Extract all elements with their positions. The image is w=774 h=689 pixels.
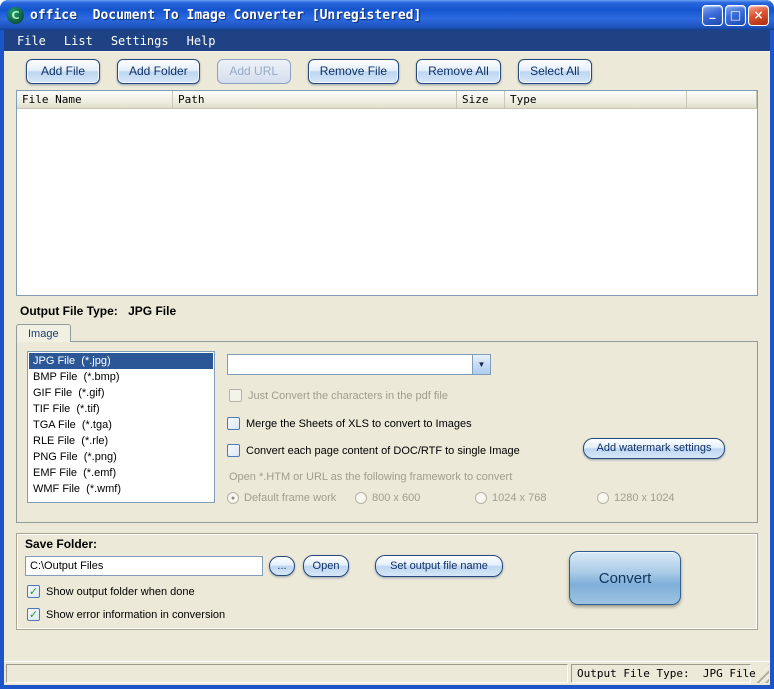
add-file-button[interactable]: Add File xyxy=(26,58,100,84)
menu-item-help[interactable]: Help xyxy=(178,31,225,51)
checkbox-show-output-folder[interactable]: ✓ Show output folder when done xyxy=(27,585,195,598)
add-watermark-settings-button[interactable]: Add watermark settings xyxy=(583,438,725,459)
set-output-file-name-button[interactable]: Set output file name xyxy=(375,555,503,577)
menu-bar: File List Settings Help xyxy=(4,30,770,52)
checkbox-label: Just Convert the characters in the pdf f… xyxy=(248,389,448,402)
menu-item-file[interactable]: File xyxy=(8,31,55,51)
save-folder-label: Save Folder: xyxy=(25,537,98,551)
format-list-item[interactable]: JPG File (*.jpg) xyxy=(29,353,213,369)
format-list-item[interactable]: BMP File (*.bmp) xyxy=(29,369,213,385)
radio-default-framework: ● Default frame work xyxy=(227,492,336,504)
title-bar: C office Document To Image Converter [Un… xyxy=(0,0,774,30)
column-header-path[interactable]: Path xyxy=(173,91,457,109)
radio-label: Default frame work xyxy=(244,492,337,504)
format-list-item[interactable]: PNG File (*.png) xyxy=(29,449,213,465)
column-header-type[interactable]: Type xyxy=(505,91,687,109)
remove-file-button[interactable]: Remove File xyxy=(307,58,400,84)
checkbox-show-error-info[interactable]: ✓ Show error information in conversion xyxy=(27,608,225,621)
maximize-button[interactable]: □ xyxy=(725,4,746,26)
app-icon-letter: C xyxy=(11,8,20,22)
chevron-down-icon: ▼ xyxy=(477,360,486,369)
maximize-icon: □ xyxy=(729,8,742,22)
app-icon: C xyxy=(7,6,24,24)
output-type-value: JPG File xyxy=(128,304,177,318)
radio-label: 1280 x 1024 xyxy=(614,492,675,504)
column-header-size[interactable]: Size xyxy=(457,91,505,109)
open-button[interactable]: Open xyxy=(303,555,349,577)
column-header-blank xyxy=(687,91,757,109)
add-url-button: Add URL xyxy=(216,58,291,84)
remove-all-button[interactable]: Remove All xyxy=(416,58,501,84)
empty-space xyxy=(4,630,770,661)
checkbox-pdf-characters: Just Convert the characters in the pdf f… xyxy=(229,389,448,402)
options-panel: JPG File (*.jpg) BMP File (*.bmp) GIF Fi… xyxy=(16,341,758,523)
combo-value xyxy=(228,355,472,374)
radio-label: 1024 x 768 xyxy=(492,492,547,504)
checkbox-label: Merge the Sheets of XLS to convert to Im… xyxy=(246,417,472,430)
format-list: JPG File (*.jpg) BMP File (*.bmp) GIF Fi… xyxy=(27,351,215,503)
framework-label: Open *.HTM or URL as the following frame… xyxy=(229,471,513,483)
status-bar: Output File Type: JPG File xyxy=(4,661,770,685)
output-path-input[interactable] xyxy=(25,556,263,576)
close-button[interactable]: × xyxy=(748,4,769,26)
checkbox-box[interactable] xyxy=(227,444,240,457)
radio-button: ● xyxy=(227,492,239,504)
menu-item-list[interactable]: List xyxy=(55,31,102,51)
checkbox-box[interactable]: ✓ xyxy=(27,585,40,598)
select-all-button[interactable]: Select All xyxy=(517,58,592,84)
toolbar: Add File Add Folder Add URL Remove File … xyxy=(4,52,770,90)
check-icon: ✓ xyxy=(28,585,39,598)
checkbox-merge-xls[interactable]: Merge the Sheets of XLS to convert to Im… xyxy=(227,417,472,430)
format-list-item[interactable]: GIF File (*.gif) xyxy=(29,385,213,401)
convert-button[interactable]: Convert xyxy=(569,551,681,605)
client-area: File List Settings Help Add File Add Fol… xyxy=(4,30,770,685)
checkbox-box[interactable]: ✓ xyxy=(27,608,40,621)
checkbox-label: Show error information in conversion xyxy=(46,608,226,621)
app-window: C office Document To Image Converter [Un… xyxy=(0,0,774,689)
format-list-item[interactable]: EMF File (*.emf) xyxy=(29,465,213,481)
file-list-body xyxy=(17,109,757,295)
checkbox-label: Show output folder when done xyxy=(46,585,195,598)
checkbox-label: Convert each page content of DOC/RTF to … xyxy=(246,444,520,457)
browse-button[interactable]: ... xyxy=(269,556,295,576)
status-panel-left xyxy=(6,664,568,683)
radio-1024x768: 1024 x 768 xyxy=(475,492,546,504)
window-title: office Document To Image Converter [Unre… xyxy=(30,7,422,23)
radio-button xyxy=(355,492,367,504)
radio-1280x1024: 1280 x 1024 xyxy=(597,492,675,504)
close-icon: × xyxy=(753,8,764,22)
save-folder-group: Save Folder: ... Open Set output file na… xyxy=(16,533,758,630)
file-list: File Name Path Size Type xyxy=(16,90,758,296)
radio-button xyxy=(475,492,487,504)
output-type-label: Output File Type: xyxy=(20,304,118,318)
format-list-item[interactable]: TGA File (*.tga) xyxy=(29,417,213,433)
combo-box[interactable]: ▼ xyxy=(227,354,491,375)
window-controls: _ □ × xyxy=(702,4,769,26)
minimize-icon: _ xyxy=(709,5,716,19)
checkbox-box[interactable] xyxy=(227,417,240,430)
output-type-label-row: Output File Type: JPG File xyxy=(4,296,770,322)
format-list-item[interactable]: TIF File (*.tif) xyxy=(29,401,213,417)
combo-dropdown-button[interactable]: ▼ xyxy=(472,355,490,374)
format-list-item[interactable]: RLE File (*.rle) xyxy=(29,433,213,449)
radio-dot-icon: ● xyxy=(230,494,236,502)
radio-800x600: 800 x 600 xyxy=(355,492,420,504)
radio-button xyxy=(597,492,609,504)
checkbox-box xyxy=(229,389,242,402)
checkbox-doc-single-image[interactable]: Convert each page content of DOC/RTF to … xyxy=(227,444,520,457)
tab-image[interactable]: Image xyxy=(16,324,71,342)
radio-label: 800 x 600 xyxy=(372,492,421,504)
resize-grip[interactable] xyxy=(754,664,769,683)
status-output-file-type: Output File Type: JPG File xyxy=(571,664,756,683)
file-list-header: File Name Path Size Type xyxy=(17,91,757,109)
column-header-file-name[interactable]: File Name xyxy=(17,91,173,109)
add-folder-button[interactable]: Add Folder xyxy=(117,58,200,84)
check-icon: ✓ xyxy=(28,608,39,621)
format-list-item[interactable]: WMF File (*.wmf) xyxy=(29,481,213,497)
minimize-button[interactable]: _ xyxy=(702,4,723,26)
menu-item-settings[interactable]: Settings xyxy=(102,31,178,51)
tab-strip: Image xyxy=(16,322,770,342)
